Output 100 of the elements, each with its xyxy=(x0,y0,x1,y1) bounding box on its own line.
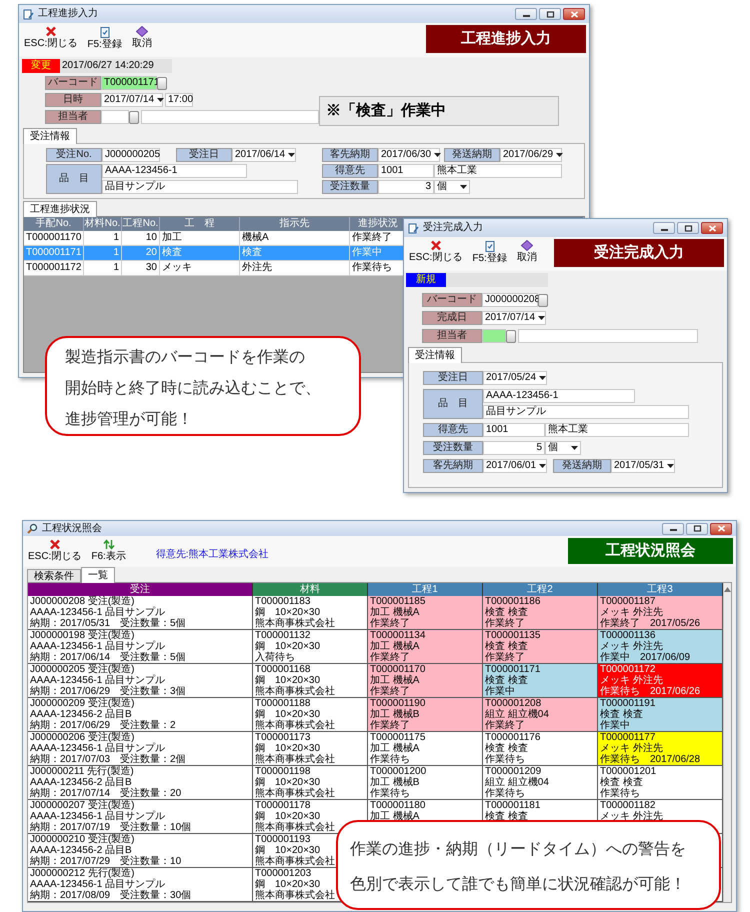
dropdown-field[interactable]: 個 xyxy=(545,441,581,455)
input-field[interactable]: AAAA-123456-1 xyxy=(102,164,247,178)
close-icon xyxy=(44,26,57,37)
table-cell: メッキ xyxy=(160,261,240,276)
input-field[interactable]: AAAA-123456-1 xyxy=(483,389,635,403)
toolbar-button[interactable]: F6:表示 xyxy=(89,539,128,562)
input-field[interactable]: 1001 xyxy=(483,423,545,437)
dropdown-field[interactable]: 2017/06/01 xyxy=(483,459,547,473)
caret-icon xyxy=(667,464,674,468)
toolbar-button[interactable]: ESC:閉じる xyxy=(22,26,80,49)
status-message: ※「検査」作業中 xyxy=(319,96,559,126)
maximize-button[interactable] xyxy=(686,522,708,534)
tab[interactable]: 受注情報 xyxy=(408,347,462,363)
caret-icon xyxy=(556,153,564,157)
field-label: 受注日 xyxy=(176,148,232,162)
caret-icon xyxy=(539,464,546,468)
status-cell: T000001170 加工 機械A 作業終了 xyxy=(368,664,483,698)
field-label: 得意先 xyxy=(322,164,378,178)
input-field[interactable]: 3 xyxy=(378,180,434,194)
close-icon xyxy=(708,224,716,232)
toolbar-button[interactable]: 取消 xyxy=(130,26,154,49)
input-field[interactable]: 17:00 xyxy=(165,93,193,107)
input-field[interactable]: 熊本工業 xyxy=(434,164,562,178)
field-label: 日時 xyxy=(45,93,101,107)
window-title: 工程状況照会 xyxy=(42,524,102,534)
dropdown-field[interactable]: 2017/07/14 xyxy=(482,311,546,325)
input-field[interactable]: 1001 xyxy=(378,164,434,178)
status-cell: T000001200 加工 機械B 作業待ち xyxy=(368,766,483,800)
tab[interactable]: 検索条件 xyxy=(27,569,81,583)
input-field[interactable]: 5 xyxy=(483,441,545,455)
tab[interactable]: 工程進捗状況 xyxy=(23,201,97,217)
caret-icon xyxy=(539,376,546,380)
minimize-button[interactable] xyxy=(515,8,537,20)
column-header: 受注 xyxy=(28,583,253,596)
input-field[interactable]: 品目サンプル xyxy=(483,405,689,419)
caret-icon xyxy=(571,446,578,450)
dropdown-field[interactable]: 2017/06/29 xyxy=(500,148,562,162)
document-icon xyxy=(23,8,34,20)
minimize-button[interactable] xyxy=(662,522,684,534)
input-field[interactable] xyxy=(518,329,698,343)
input-field[interactable]: 熊本工業 xyxy=(545,423,689,437)
field-label: 受注数量 xyxy=(423,441,483,455)
dropdown-field[interactable]: 2017/05/31 xyxy=(611,459,675,473)
lookup-button[interactable] xyxy=(157,76,167,90)
maximize-button[interactable] xyxy=(677,222,699,234)
mode-badge: 変更 xyxy=(22,59,60,73)
caret-icon xyxy=(288,153,296,157)
field-label: 受注数量 xyxy=(322,180,378,194)
status-cell: T000001134 加工 機械A 作業終了 xyxy=(368,630,483,664)
status-cell: T000001190 加工 機械B 作業終了 xyxy=(368,698,483,732)
status-cell: T000001135 検査 検査 作業終了 xyxy=(483,630,598,664)
maximize-icon xyxy=(546,10,554,18)
input-field[interactable] xyxy=(101,110,129,124)
close-button[interactable] xyxy=(701,222,723,234)
caret-icon xyxy=(434,153,442,157)
dropdown-field[interactable]: 個 xyxy=(434,180,470,194)
table-cell: J000000212 先行(製造) AAAA-123456-1 品目サンプル 納期：2017/08/09 受注数量：30個 xyxy=(28,868,253,902)
field-label: 客先納期 xyxy=(322,148,378,162)
input-field[interactable]: 品目サンプル xyxy=(102,180,298,194)
tab[interactable]: 受注情報 xyxy=(23,128,77,144)
dropdown-field[interactable]: 2017/06/14 xyxy=(232,148,296,162)
close-icon xyxy=(48,539,61,550)
toolbar-button[interactable]: ESC:閉じる xyxy=(26,539,84,562)
column-header: 材料 xyxy=(253,583,368,596)
dropdown-field[interactable]: 2017/07/14 xyxy=(101,93,163,107)
field-label: 完成日 xyxy=(422,311,482,325)
input-field[interactable]: J000000205 xyxy=(102,148,160,162)
close-button[interactable] xyxy=(710,522,732,534)
input-field[interactable] xyxy=(482,329,506,343)
lookup-button[interactable] xyxy=(129,110,139,124)
field-label: 客先納期 xyxy=(423,459,483,473)
maximize-button[interactable] xyxy=(539,8,561,20)
field-label: 担当者 xyxy=(45,110,101,124)
input-field[interactable] xyxy=(141,110,319,124)
lookup-button[interactable] xyxy=(506,330,516,342)
status-cell: T000001186 検査 検査 作業終了 xyxy=(483,596,598,630)
input-field[interactable]: T000001171 xyxy=(101,76,157,90)
minimize-button[interactable] xyxy=(653,222,675,234)
input-field[interactable]: J000000208 xyxy=(482,293,538,307)
maximize-icon xyxy=(684,224,692,232)
timestamp: 2017/06/27 14:20:29 xyxy=(60,59,172,73)
callout-text: 製造指示書のバーコードを作業の xyxy=(65,348,305,368)
screen-title-banner: 受注完成入力 xyxy=(554,239,724,267)
status-cell: T000001171 検査 検査 作業中 xyxy=(483,664,598,698)
status-cell: T000001209 組立 組立機04 作業待ち xyxy=(483,766,598,800)
close-button[interactable] xyxy=(563,8,585,20)
close-icon xyxy=(716,525,726,532)
dropdown-field[interactable]: 2017/06/30 xyxy=(378,148,440,162)
dropdown-field[interactable]: 2017/05/24 xyxy=(483,371,547,385)
toolbar-button[interactable]: F5:登録 xyxy=(85,26,124,50)
field-label: 担当者 xyxy=(422,329,482,343)
caret-icon xyxy=(157,98,164,102)
column-header: 工程2 xyxy=(483,583,598,596)
lookup-button[interactable] xyxy=(538,294,548,306)
status-cell: T000001175 加工 機械A 作業待ち xyxy=(368,732,483,766)
callout-text: 進捗管理が可能！ xyxy=(65,410,193,430)
table-cell: 30 xyxy=(122,261,160,276)
scroll-up-icon[interactable] xyxy=(724,587,731,592)
table-cell: J000000211 先行(製造) AAAA-123456-2 品目B 納期：2017/07/14 受注数量：20 xyxy=(28,766,253,800)
tab[interactable]: 一覧 xyxy=(81,567,115,583)
